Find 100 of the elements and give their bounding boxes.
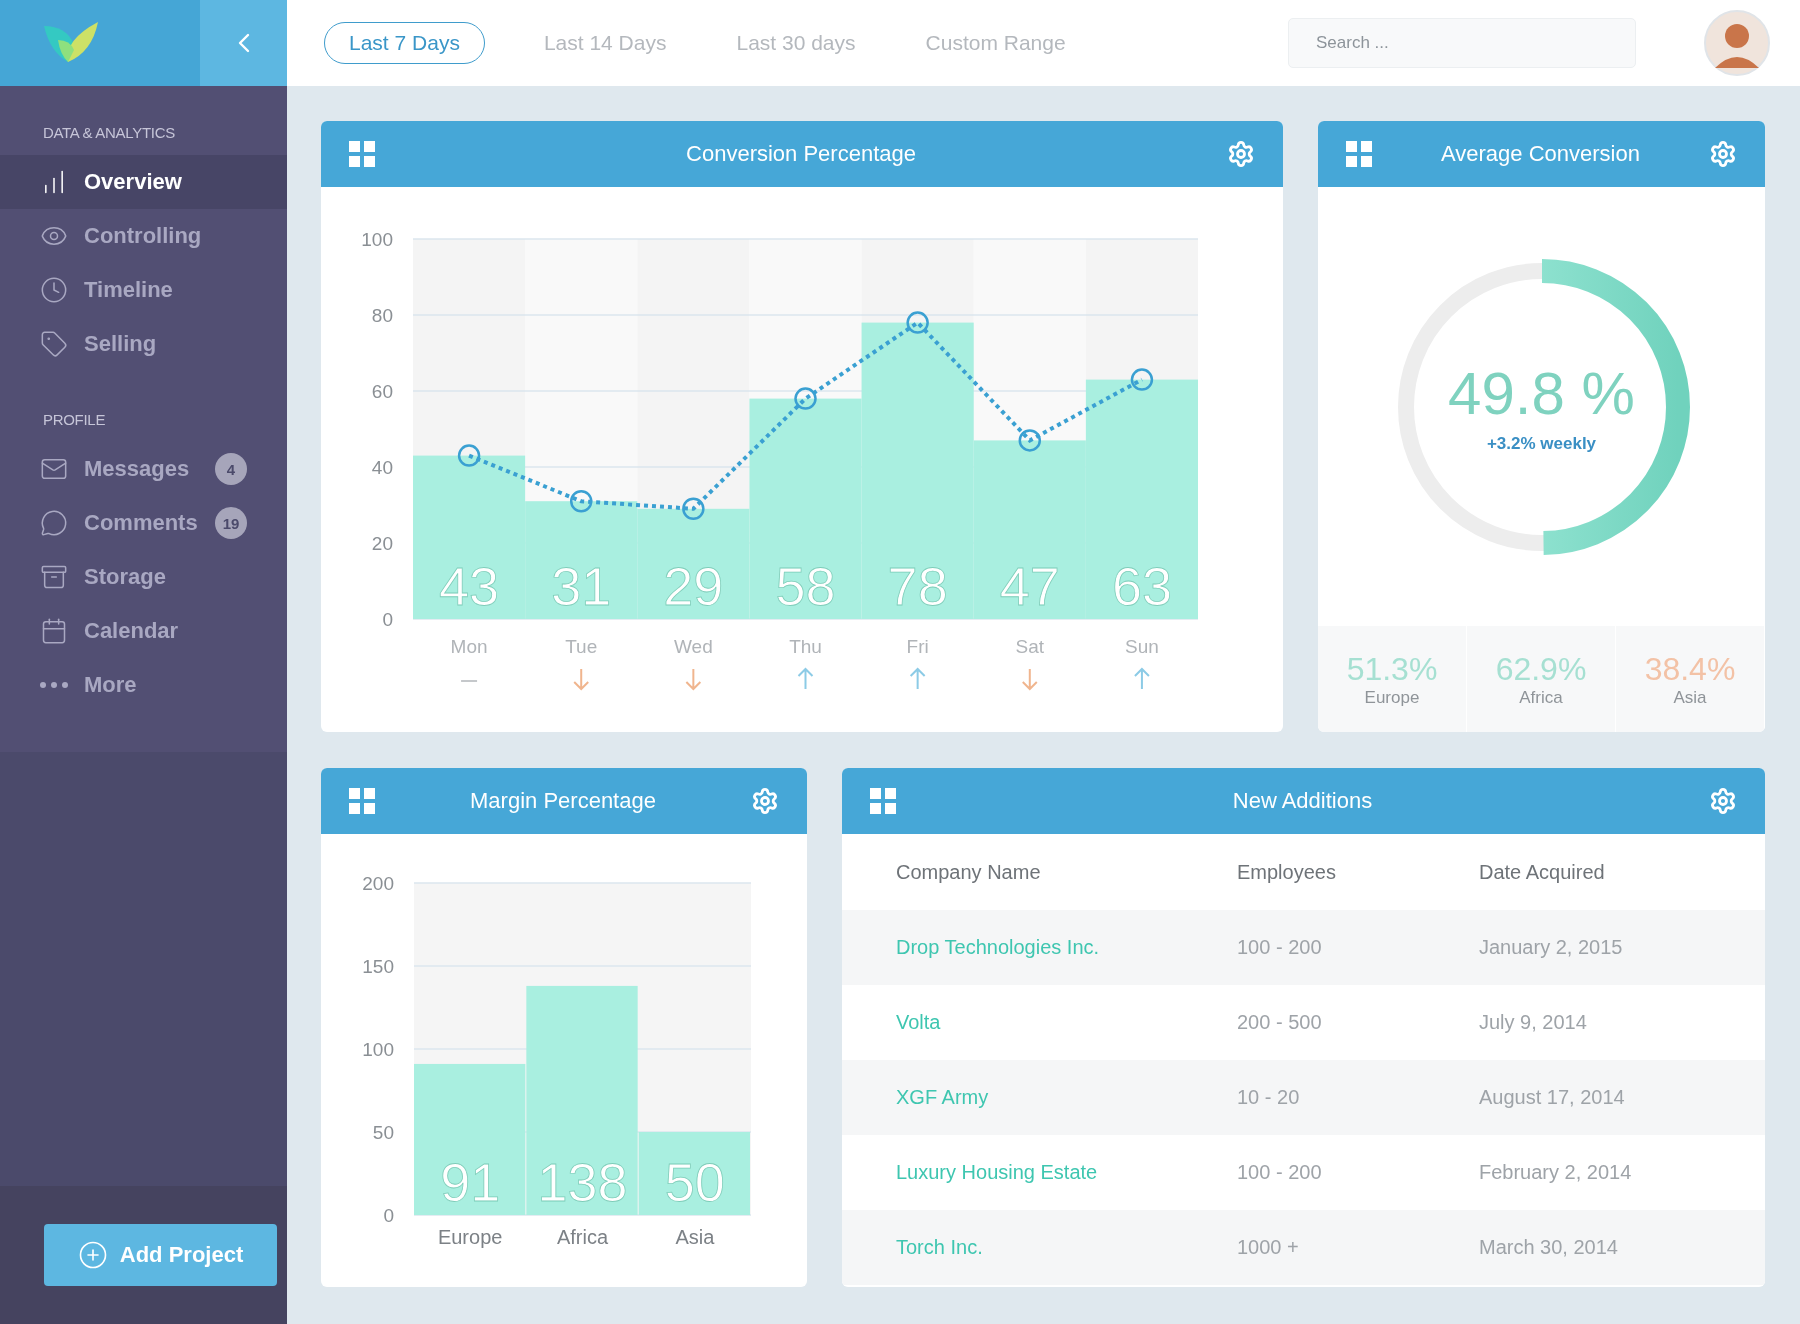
data-label: 138 bbox=[537, 1152, 628, 1212]
settings-icon[interactable] bbox=[1227, 140, 1255, 168]
table-cell-text: Drop Technologies Inc. bbox=[896, 936, 1101, 959]
axis-label: 0 bbox=[383, 1205, 394, 1226]
day-label: Sun bbox=[1125, 636, 1159, 657]
up-arrow-icon bbox=[909, 667, 926, 690]
data-label: 29 bbox=[663, 556, 724, 616]
region-label: Africa bbox=[1519, 687, 1563, 708]
plus-icon bbox=[77, 1240, 108, 1270]
table-cell-text: February 2, 2014 bbox=[1479, 1161, 1633, 1184]
sidebar-item-label: Selling bbox=[84, 331, 158, 357]
section-heading: DATA & ANALYTICS bbox=[42, 123, 176, 143]
day-label: Wed bbox=[674, 636, 713, 657]
axis-label: 80 bbox=[371, 305, 393, 326]
sidebar-item-label: Messages bbox=[84, 456, 191, 482]
table-cell-text: March 30, 2014 bbox=[1479, 1236, 1619, 1259]
down-arrow-icon bbox=[573, 668, 590, 691]
data-label: 47 bbox=[999, 556, 1060, 616]
logo-icon bbox=[44, 22, 98, 64]
axis-label: 100 bbox=[361, 229, 393, 250]
table-cell-text: August 17, 2014 bbox=[1479, 1086, 1626, 1109]
axis-label: 100 bbox=[362, 1039, 394, 1060]
section-heading: PROFILE bbox=[42, 410, 107, 430]
category-label: Europe bbox=[437, 1226, 503, 1248]
settings-icon[interactable] bbox=[1709, 787, 1737, 815]
grid-icon[interactable] bbox=[870, 788, 896, 814]
category-label: Asia bbox=[675, 1226, 715, 1248]
down-arrow-icon bbox=[1021, 668, 1038, 691]
region-value: 62.9% bbox=[1495, 650, 1587, 688]
card-title: Margin Percentage bbox=[469, 788, 657, 814]
speech-bubble-icon bbox=[40, 509, 68, 537]
data-label: 91 bbox=[440, 1152, 501, 1212]
search-field[interactable]: Search ... bbox=[1288, 18, 1636, 68]
data-point bbox=[906, 311, 929, 334]
grid-icon[interactable] bbox=[1346, 141, 1372, 167]
add-project-button[interactable]: Add Project bbox=[44, 1224, 277, 1286]
sidebar-item[interactable]: More bbox=[0, 658, 287, 712]
region-value: 51.3% bbox=[1346, 650, 1438, 688]
axis-label: 20 bbox=[371, 533, 393, 554]
axis-label: 150 bbox=[362, 956, 394, 977]
sidebar-item[interactable]: Timeline bbox=[0, 263, 287, 317]
axis-label: 0 bbox=[382, 609, 393, 630]
up-arrow-icon bbox=[797, 667, 814, 690]
data-label: 63 bbox=[1111, 556, 1172, 616]
region-label: Europe bbox=[1364, 687, 1420, 708]
data-label: 58 bbox=[775, 556, 836, 616]
sidebar-item[interactable]: Storage bbox=[0, 550, 287, 604]
grid-icon[interactable] bbox=[349, 141, 375, 167]
avatar[interactable] bbox=[1704, 10, 1770, 76]
card-title: Average Conversion bbox=[1440, 141, 1641, 167]
table-cell-text: January 2, 2015 bbox=[1479, 936, 1624, 959]
sidebar-item[interactable]: Controlling bbox=[0, 209, 287, 263]
sidebar-item[interactable]: Messages 4 bbox=[0, 442, 287, 496]
table-cell-text: Volta bbox=[896, 1011, 942, 1034]
sidebar-item[interactable]: Comments 19 bbox=[0, 496, 287, 550]
count-badge: 19 bbox=[215, 507, 247, 539]
sidebar-item-label: Timeline bbox=[84, 277, 174, 303]
conversion-value: 49.8 % bbox=[1448, 359, 1635, 428]
weekly-change: +3.2% weekly bbox=[1486, 434, 1597, 454]
dash-icon bbox=[460, 680, 479, 682]
sidebar-item[interactable]: Selling bbox=[0, 317, 287, 371]
calendar-icon bbox=[40, 617, 68, 645]
grid-icon[interactable] bbox=[349, 788, 375, 814]
card-title: Conversion Percentage bbox=[685, 141, 917, 167]
column-header: Company Name bbox=[896, 860, 1042, 884]
day-label: Thu bbox=[789, 636, 822, 657]
sidebar-item-label: Overview bbox=[84, 169, 183, 195]
range-tab[interactable]: Last 7 Days bbox=[324, 22, 485, 64]
day-label: Sat bbox=[1015, 636, 1045, 657]
tag-icon bbox=[40, 330, 68, 358]
table-cell-text: July 9, 2014 bbox=[1479, 1011, 1588, 1034]
axis-label: 40 bbox=[371, 457, 393, 478]
clock-icon bbox=[40, 276, 68, 304]
region-label: Asia bbox=[1673, 687, 1707, 708]
region-value: 38.4% bbox=[1644, 650, 1736, 688]
settings-icon[interactable] bbox=[1709, 140, 1737, 168]
settings-icon[interactable] bbox=[751, 787, 779, 815]
table-cell-text: 100 - 200 bbox=[1237, 936, 1323, 959]
table-cell-text: XGF Army bbox=[896, 1086, 990, 1109]
data-label: 50 bbox=[664, 1152, 725, 1212]
count-badge: 4 bbox=[215, 453, 247, 485]
sidebar-item-label: Controlling bbox=[84, 223, 203, 249]
data-point bbox=[682, 497, 705, 521]
day-label: Tue bbox=[565, 636, 598, 657]
more-icon bbox=[40, 682, 68, 688]
data-point bbox=[1018, 429, 1042, 452]
sidebar-item-label: Storage bbox=[84, 564, 167, 590]
data-point bbox=[569, 489, 593, 513]
down-arrow-icon bbox=[685, 668, 702, 691]
sidebar-item[interactable]: Overview bbox=[0, 155, 287, 209]
table-cell-text: 1000 + bbox=[1237, 1236, 1300, 1259]
axis-label: 50 bbox=[372, 1122, 394, 1143]
card-title: New Additions bbox=[1231, 788, 1374, 814]
table-cell-text: Luxury Housing Estate bbox=[896, 1161, 1099, 1184]
day-label: Fri bbox=[906, 636, 929, 657]
data-label: 43 bbox=[439, 556, 500, 616]
data-point bbox=[794, 387, 817, 410]
sidebar-item-label: Calendar bbox=[84, 618, 180, 644]
data-point bbox=[457, 444, 481, 467]
sidebar-item[interactable]: Calendar bbox=[0, 604, 287, 658]
